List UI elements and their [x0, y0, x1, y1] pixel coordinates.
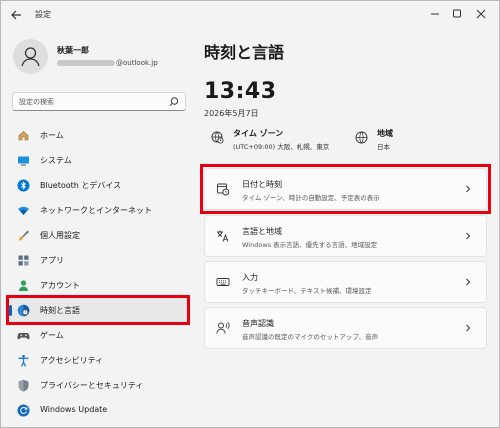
- card-language-region[interactable]: 言語と地域 Windows 表示言語、優先する言語、地域設定: [204, 215, 487, 257]
- email-redaction: [57, 60, 115, 66]
- sidebar-item-label: Bluetooth とデバイス: [40, 181, 122, 190]
- sidebar-item-label: アカウント: [40, 281, 80, 290]
- timezone-value: (UTC+09:00) 大阪、札幌、東京: [233, 143, 330, 151]
- sidebar-item-label: システム: [40, 156, 72, 165]
- update-icon: [17, 404, 30, 417]
- sidebar-item-accessibility[interactable]: アクセシビリティ: [9, 348, 191, 373]
- sidebar-item-privacy[interactable]: プライバシーとセキュリティ: [9, 373, 191, 398]
- sidebar-item-personalization[interactable]: 個人用設定: [9, 223, 191, 248]
- brush-icon: [19, 230, 29, 241]
- current-date: 2026年5月7日: [204, 109, 259, 118]
- chevron-right-icon: [466, 278, 471, 286]
- card-subtitle: タッチキーボード、テキスト候補、環境設定: [242, 287, 372, 295]
- app-title: 設定: [35, 10, 51, 19]
- region-value: 日本: [377, 143, 390, 151]
- speech-icon: [216, 321, 230, 334]
- sidebar-item-home[interactable]: ホーム: [9, 123, 191, 148]
- globe-clock-icon: [211, 131, 224, 144]
- region-info: 地域 日本: [355, 128, 435, 154]
- timezone-info: タイム ゾーン (UTC+09:00) 大阪、札幌、東京: [211, 128, 351, 154]
- shield-icon: [18, 379, 29, 392]
- avatar: [13, 39, 48, 74]
- apps-icon: [18, 255, 29, 266]
- search-icon[interactable]: [168, 96, 180, 108]
- region-title: 地域: [377, 129, 393, 138]
- page-title: 時刻と言語: [204, 43, 285, 62]
- back-arrow-icon: [11, 10, 21, 20]
- sidebar-item-bluetooth[interactable]: Bluetooth とデバイス: [9, 173, 191, 198]
- globe-icon: [355, 131, 368, 144]
- sidebar-item-label: 個人用設定: [40, 231, 80, 240]
- keyboard-icon: [216, 278, 230, 286]
- title-bar: 設定: [1, 1, 499, 29]
- maximize-icon: [453, 9, 461, 18]
- user-email: @outlook.jp: [57, 59, 158, 67]
- home-icon: [18, 131, 29, 141]
- sidebar-item-label: プライバシーとセキュリティ: [40, 381, 144, 390]
- search-input[interactable]: [19, 95, 167, 109]
- network-icon: [18, 206, 29, 215]
- sidebar-item-label: ホーム: [40, 131, 64, 140]
- card-title: 入力: [242, 273, 258, 282]
- sidebar-item-windows-update[interactable]: Windows Update: [9, 398, 191, 423]
- sidebar-item-gaming[interactable]: ゲーム: [9, 323, 191, 348]
- accessibility-icon: [18, 354, 29, 367]
- minimize-button[interactable]: [425, 5, 445, 23]
- sidebar-item-label: アクセシビリティ: [40, 356, 104, 365]
- sidebar-item-apps[interactable]: アプリ: [9, 248, 191, 273]
- current-time: 13:43: [204, 79, 277, 104]
- close-icon: [476, 9, 486, 19]
- highlight-box-nav: [6, 295, 190, 325]
- sidebar-item-system[interactable]: システム: [9, 148, 191, 173]
- user-profile[interactable]: 秋葉一郎 @outlook.jp: [13, 39, 193, 75]
- card-speech[interactable]: 音声認識 音声認識の既定のマイクのセットアップ、音声: [204, 307, 487, 349]
- settings-window: 設定 秋葉一郎 @outlook.jp ホーム: [0, 0, 500, 428]
- close-button[interactable]: [471, 5, 491, 23]
- search-box[interactable]: [12, 92, 186, 111]
- chevron-right-icon: [466, 232, 471, 240]
- language-icon: [217, 230, 229, 242]
- user-name: 秋葉一郎: [57, 46, 89, 55]
- highlight-box-card: [200, 164, 491, 214]
- card-subtitle: Windows 表示言語、優先する言語、地域設定: [242, 241, 378, 249]
- account-icon: [18, 280, 29, 291]
- bluetooth-icon: [17, 179, 30, 192]
- gaming-icon: [17, 333, 30, 340]
- sidebar-item-label: アプリ: [40, 256, 64, 265]
- sidebar-nav: ホーム システム Bluetooth とデバイス ネットワークとインターネット …: [9, 123, 191, 423]
- card-title: 音声認識: [242, 319, 274, 328]
- back-button[interactable]: [9, 8, 23, 22]
- sidebar-item-label: Windows Update: [40, 405, 108, 414]
- card-subtitle: 音声認識の既定のマイクのセットアップ、音声: [242, 333, 379, 341]
- sidebar-item-label: ゲーム: [40, 331, 64, 340]
- timezone-title: タイム ゾーン: [233, 129, 284, 138]
- person-icon: [21, 47, 40, 67]
- card-title: 言語と地域: [242, 227, 282, 236]
- card-typing[interactable]: 入力 タッチキーボード、テキスト候補、環境設定: [204, 261, 487, 303]
- maximize-button[interactable]: [447, 5, 467, 23]
- system-icon: [18, 156, 29, 166]
- minimize-icon: [431, 13, 439, 15]
- sidebar-item-label: ネットワークとインターネット: [40, 206, 152, 215]
- chevron-right-icon: [466, 324, 471, 332]
- sidebar-item-network[interactable]: ネットワークとインターネット: [9, 198, 191, 223]
